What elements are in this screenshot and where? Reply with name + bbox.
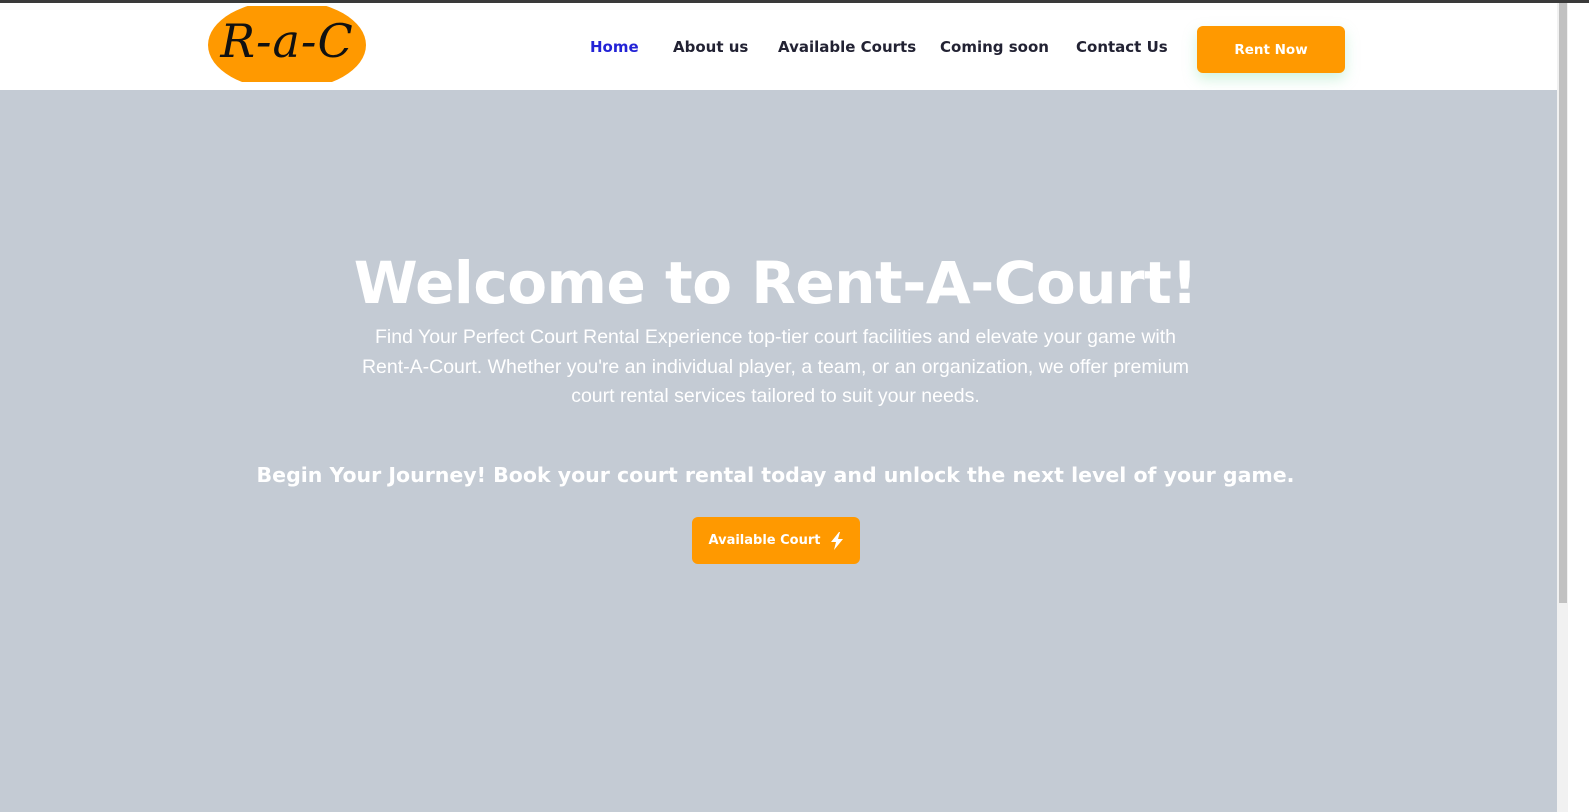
vertical-scrollbar[interactable]: [1557, 3, 1568, 812]
nav-available-courts[interactable]: Available Courts: [778, 38, 916, 56]
hero-section: Welcome to Rent-A-Court! Find Your Perfe…: [0, 90, 1557, 812]
rent-now-button[interactable]: Rent Now: [1197, 26, 1345, 73]
window-right-edge: [1568, 3, 1589, 812]
scrollbar-thumb[interactable]: [1559, 3, 1567, 603]
nav-home[interactable]: Home: [590, 38, 639, 56]
hero-title: Welcome to Rent-A-Court!: [353, 249, 1198, 317]
browser-viewport: R-a-C Home About us Available Courts Com…: [0, 0, 1589, 812]
logo-text: R-a-C: [220, 14, 354, 68]
available-court-button-label: Available Court: [708, 533, 821, 548]
site-logo[interactable]: R-a-C: [208, 6, 366, 82]
hero-description: Find Your Perfect Court Rental Experienc…: [361, 326, 1190, 407]
bolt-icon: [830, 531, 844, 550]
site-header: R-a-C Home About us Available Courts Com…: [0, 3, 1578, 90]
available-court-button[interactable]: Available Court: [692, 517, 860, 564]
nav-coming-soon[interactable]: Coming soon: [940, 38, 1049, 56]
nav-about-us[interactable]: About us: [673, 38, 748, 56]
nav-contact-us[interactable]: Contact Us: [1076, 38, 1168, 56]
hero-cta-text: Begin Your Journey! Book your court rent…: [256, 463, 1295, 487]
